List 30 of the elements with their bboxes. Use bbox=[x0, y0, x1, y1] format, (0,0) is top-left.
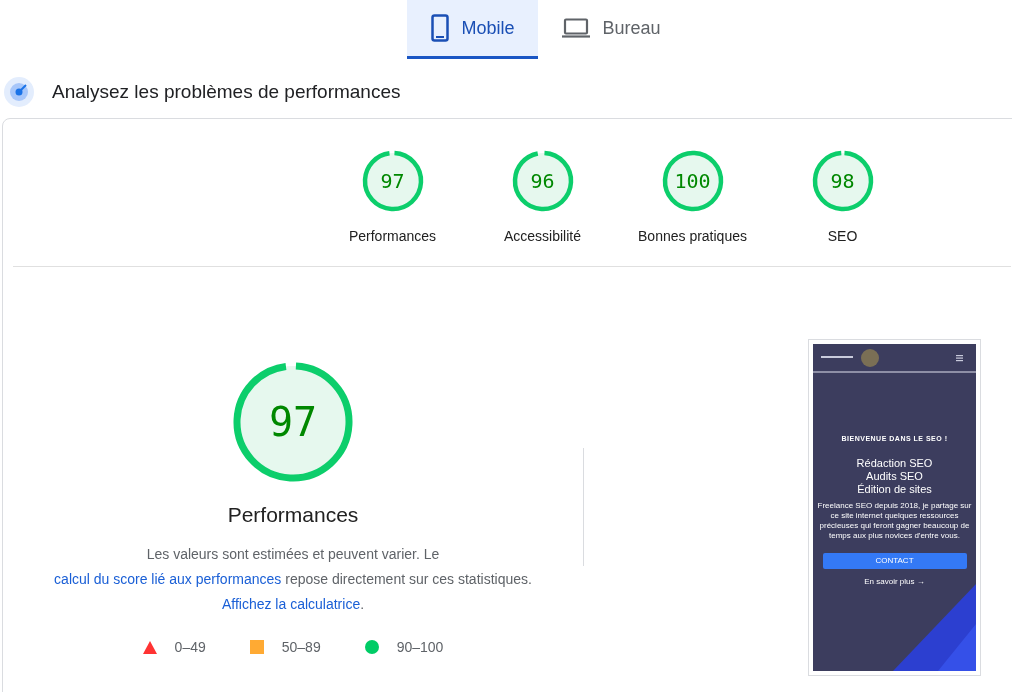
tab[interactable]: Mobile bbox=[407, 0, 539, 59]
gauge-title: Performances bbox=[227, 502, 359, 528]
legend-range: 50–89 bbox=[281, 637, 321, 657]
link[interactable]: Affichez la calculatrice bbox=[221, 595, 361, 612]
section-heading: Analysez les problèmes de performances bbox=[52, 79, 401, 104]
radar-icon bbox=[4, 77, 34, 107]
score-value: 98 bbox=[830, 168, 855, 195]
legend-range: 0–49 bbox=[174, 637, 206, 657]
score-gauge bbox=[661, 150, 724, 212]
score-description: Les valeurs sont estimées et peuvent varier. Le calcul du score lié aux performances repose directement sur ces statistiques. Affichez la calculatrice. bbox=[53, 544, 533, 614]
score-value: 96 bbox=[530, 168, 555, 195]
screenshot-text: Freelance SEO depuis 2018, je partage sur ce site internet quelques ressources précieuses qui feront gagner beaucoup de temps aux plus novices d'entre vous. bbox=[816, 500, 973, 541]
laptop-icon bbox=[562, 18, 591, 38]
phone-icon bbox=[431, 14, 450, 42]
category-label: Accessibilité bbox=[504, 227, 581, 246]
screenshot-title: Audits SEO bbox=[866, 469, 923, 483]
category-label: Bonnes pratiques bbox=[638, 227, 747, 246]
screenshot-title: Rédaction SEO bbox=[856, 456, 933, 470]
legend-range: 90–100 bbox=[396, 637, 444, 657]
score-gauge bbox=[511, 150, 574, 212]
score-value: 97 bbox=[268, 398, 318, 447]
score-value: 97 bbox=[380, 168, 405, 195]
score-value: 100 bbox=[674, 168, 711, 195]
score-gauge bbox=[811, 150, 874, 212]
category-label: SEO bbox=[827, 227, 858, 246]
screenshot-title: Édition de sites bbox=[857, 482, 932, 496]
link[interactable]: calcul du score lié aux performances bbox=[54, 570, 282, 587]
tab[interactable]: Bureau bbox=[538, 0, 685, 59]
category-label: Performances bbox=[348, 227, 437, 246]
score-gauge bbox=[361, 150, 424, 212]
